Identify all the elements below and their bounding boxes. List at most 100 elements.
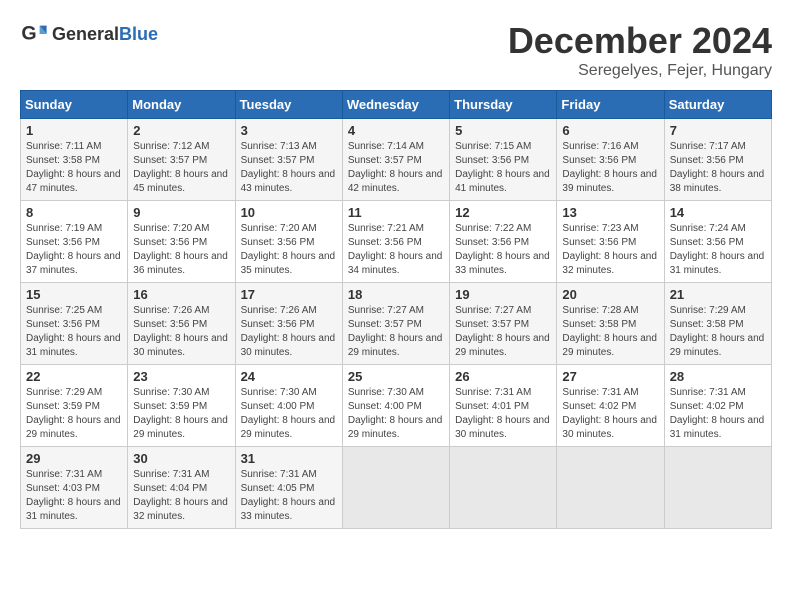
calendar-body: 1 Sunrise: 7:11 AMSunset: 3:58 PMDayligh…	[21, 119, 772, 529]
day-info: Sunrise: 7:31 AMSunset: 4:02 PMDaylight:…	[562, 387, 657, 440]
day-info: Sunrise: 7:29 AMSunset: 3:59 PMDaylight:…	[26, 387, 121, 440]
calendar-cell: 4 Sunrise: 7:14 AMSunset: 3:57 PMDayligh…	[342, 119, 449, 201]
calendar-cell: 17 Sunrise: 7:26 AMSunset: 3:56 PMDaylig…	[235, 283, 342, 365]
calendar-cell: 27 Sunrise: 7:31 AMSunset: 4:02 PMDaylig…	[557, 365, 664, 447]
day-header-wednesday: Wednesday	[342, 91, 449, 119]
logo: G GeneralBlue	[20, 20, 158, 48]
calendar-cell: 6 Sunrise: 7:16 AMSunset: 3:56 PMDayligh…	[557, 119, 664, 201]
calendar-cell: 25 Sunrise: 7:30 AMSunset: 4:00 PMDaylig…	[342, 365, 449, 447]
day-number: 8	[26, 205, 122, 220]
day-info: Sunrise: 7:28 AMSunset: 3:58 PMDaylight:…	[562, 305, 657, 358]
page-header: G GeneralBlue December 2024 Seregelyes, …	[20, 20, 772, 80]
month-title: December 2024	[508, 20, 772, 62]
day-info: Sunrise: 7:29 AMSunset: 3:58 PMDaylight:…	[670, 305, 765, 358]
day-info: Sunrise: 7:26 AMSunset: 3:56 PMDaylight:…	[241, 305, 336, 358]
day-number: 26	[455, 369, 551, 384]
day-info: Sunrise: 7:17 AMSunset: 3:56 PMDaylight:…	[670, 141, 765, 194]
calendar-cell: 9 Sunrise: 7:20 AMSunset: 3:56 PMDayligh…	[128, 201, 235, 283]
day-info: Sunrise: 7:19 AMSunset: 3:56 PMDaylight:…	[26, 223, 121, 276]
day-info: Sunrise: 7:31 AMSunset: 4:04 PMDaylight:…	[133, 469, 228, 522]
calendar-cell: 18 Sunrise: 7:27 AMSunset: 3:57 PMDaylig…	[342, 283, 449, 365]
calendar-cell: 24 Sunrise: 7:30 AMSunset: 4:00 PMDaylig…	[235, 365, 342, 447]
day-info: Sunrise: 7:26 AMSunset: 3:56 PMDaylight:…	[133, 305, 228, 358]
day-info: Sunrise: 7:30 AMSunset: 4:00 PMDaylight:…	[348, 387, 443, 440]
day-number: 28	[670, 369, 766, 384]
week-row-2: 8 Sunrise: 7:19 AMSunset: 3:56 PMDayligh…	[21, 201, 772, 283]
calendar-cell: 8 Sunrise: 7:19 AMSunset: 3:56 PMDayligh…	[21, 201, 128, 283]
calendar-cell: 15 Sunrise: 7:25 AMSunset: 3:56 PMDaylig…	[21, 283, 128, 365]
day-header-saturday: Saturday	[664, 91, 771, 119]
day-info: Sunrise: 7:20 AMSunset: 3:56 PMDaylight:…	[241, 223, 336, 276]
day-info: Sunrise: 7:22 AMSunset: 3:56 PMDaylight:…	[455, 223, 550, 276]
day-number: 5	[455, 123, 551, 138]
calendar-cell: 21 Sunrise: 7:29 AMSunset: 3:58 PMDaylig…	[664, 283, 771, 365]
calendar-cell: 28 Sunrise: 7:31 AMSunset: 4:02 PMDaylig…	[664, 365, 771, 447]
day-number: 6	[562, 123, 658, 138]
calendar-cell: 1 Sunrise: 7:11 AMSunset: 3:58 PMDayligh…	[21, 119, 128, 201]
day-info: Sunrise: 7:14 AMSunset: 3:57 PMDaylight:…	[348, 141, 443, 194]
day-number: 24	[241, 369, 337, 384]
day-info: Sunrise: 7:30 AMSunset: 4:00 PMDaylight:…	[241, 387, 336, 440]
day-number: 10	[241, 205, 337, 220]
day-info: Sunrise: 7:20 AMSunset: 3:56 PMDaylight:…	[133, 223, 228, 276]
day-info: Sunrise: 7:15 AMSunset: 3:56 PMDaylight:…	[455, 141, 550, 194]
calendar-cell: 20 Sunrise: 7:28 AMSunset: 3:58 PMDaylig…	[557, 283, 664, 365]
day-header-tuesday: Tuesday	[235, 91, 342, 119]
day-info: Sunrise: 7:25 AMSunset: 3:56 PMDaylight:…	[26, 305, 121, 358]
week-row-1: 1 Sunrise: 7:11 AMSunset: 3:58 PMDayligh…	[21, 119, 772, 201]
day-number: 21	[670, 287, 766, 302]
calendar-cell: 10 Sunrise: 7:20 AMSunset: 3:56 PMDaylig…	[235, 201, 342, 283]
day-number: 30	[133, 451, 229, 466]
day-info: Sunrise: 7:31 AMSunset: 4:02 PMDaylight:…	[670, 387, 765, 440]
day-info: Sunrise: 7:30 AMSunset: 3:59 PMDaylight:…	[133, 387, 228, 440]
calendar-cell: 22 Sunrise: 7:29 AMSunset: 3:59 PMDaylig…	[21, 365, 128, 447]
day-info: Sunrise: 7:31 AMSunset: 4:03 PMDaylight:…	[26, 469, 121, 522]
title-block: December 2024 Seregelyes, Fejer, Hungary	[508, 20, 772, 80]
week-row-4: 22 Sunrise: 7:29 AMSunset: 3:59 PMDaylig…	[21, 365, 772, 447]
calendar-cell: 26 Sunrise: 7:31 AMSunset: 4:01 PMDaylig…	[450, 365, 557, 447]
day-number: 14	[670, 205, 766, 220]
day-number: 23	[133, 369, 229, 384]
calendar-cell	[557, 447, 664, 529]
calendar-cell	[342, 447, 449, 529]
calendar-cell: 19 Sunrise: 7:27 AMSunset: 3:57 PMDaylig…	[450, 283, 557, 365]
day-number: 16	[133, 287, 229, 302]
day-number: 27	[562, 369, 658, 384]
day-number: 18	[348, 287, 444, 302]
day-info: Sunrise: 7:27 AMSunset: 3:57 PMDaylight:…	[348, 305, 443, 358]
calendar-cell: 7 Sunrise: 7:17 AMSunset: 3:56 PMDayligh…	[664, 119, 771, 201]
day-number: 1	[26, 123, 122, 138]
day-number: 2	[133, 123, 229, 138]
calendar-cell: 12 Sunrise: 7:22 AMSunset: 3:56 PMDaylig…	[450, 201, 557, 283]
day-header-thursday: Thursday	[450, 91, 557, 119]
day-number: 25	[348, 369, 444, 384]
calendar-cell: 23 Sunrise: 7:30 AMSunset: 3:59 PMDaylig…	[128, 365, 235, 447]
calendar-cell: 2 Sunrise: 7:12 AMSunset: 3:57 PMDayligh…	[128, 119, 235, 201]
day-number: 29	[26, 451, 122, 466]
day-number: 7	[670, 123, 766, 138]
day-info: Sunrise: 7:27 AMSunset: 3:57 PMDaylight:…	[455, 305, 550, 358]
week-row-5: 29 Sunrise: 7:31 AMSunset: 4:03 PMDaylig…	[21, 447, 772, 529]
svg-text:G: G	[21, 23, 36, 45]
day-info: Sunrise: 7:16 AMSunset: 3:56 PMDaylight:…	[562, 141, 657, 194]
day-header-sunday: Sunday	[21, 91, 128, 119]
calendar-cell: 31 Sunrise: 7:31 AMSunset: 4:05 PMDaylig…	[235, 447, 342, 529]
day-number: 13	[562, 205, 658, 220]
location-title: Seregelyes, Fejer, Hungary	[508, 62, 772, 80]
day-info: Sunrise: 7:12 AMSunset: 3:57 PMDaylight:…	[133, 141, 228, 194]
day-number: 4	[348, 123, 444, 138]
day-info: Sunrise: 7:24 AMSunset: 3:56 PMDaylight:…	[670, 223, 765, 276]
calendar-cell: 14 Sunrise: 7:24 AMSunset: 3:56 PMDaylig…	[664, 201, 771, 283]
day-number: 9	[133, 205, 229, 220]
week-row-3: 15 Sunrise: 7:25 AMSunset: 3:56 PMDaylig…	[21, 283, 772, 365]
calendar-cell: 30 Sunrise: 7:31 AMSunset: 4:04 PMDaylig…	[128, 447, 235, 529]
day-number: 20	[562, 287, 658, 302]
logo-text-general: General	[52, 24, 119, 44]
day-info: Sunrise: 7:11 AMSunset: 3:58 PMDaylight:…	[26, 141, 121, 194]
day-number: 17	[241, 287, 337, 302]
calendar-cell: 5 Sunrise: 7:15 AMSunset: 3:56 PMDayligh…	[450, 119, 557, 201]
day-number: 15	[26, 287, 122, 302]
calendar-cell: 11 Sunrise: 7:21 AMSunset: 3:56 PMDaylig…	[342, 201, 449, 283]
day-header-friday: Friday	[557, 91, 664, 119]
calendar-cell	[450, 447, 557, 529]
